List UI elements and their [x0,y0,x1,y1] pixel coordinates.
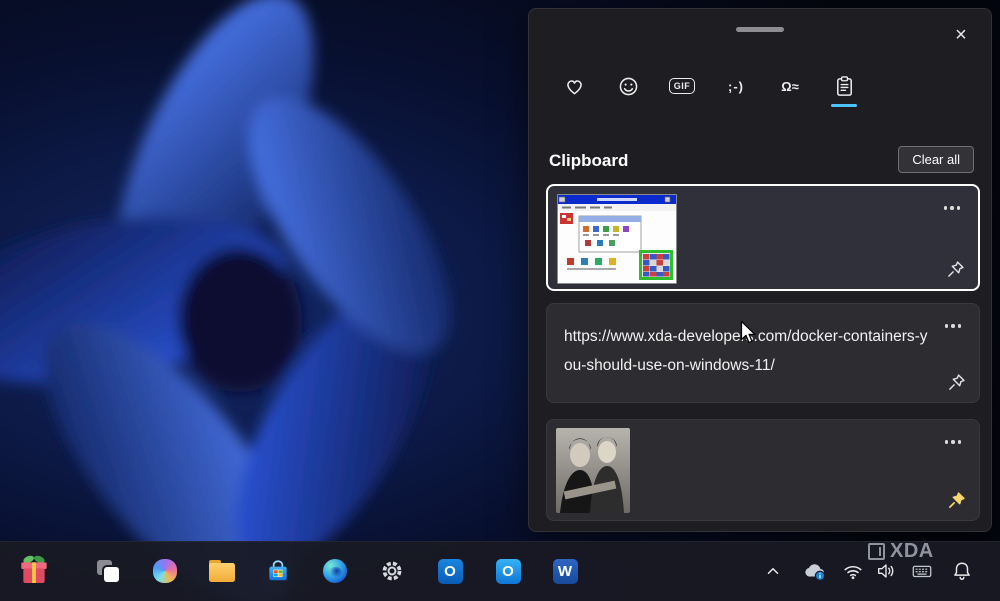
pin-icon [946,260,965,279]
clipboard-icon [833,75,856,98]
clipboard-history-panel: × GIF ;-) Ω≈ [528,8,992,532]
pin-icon [947,373,966,392]
gear-icon [379,558,405,584]
unpin-button[interactable] [941,485,971,515]
touch-keyboard-button[interactable] [905,551,939,591]
edge-button[interactable] [313,549,357,593]
monochrome-photo-two-people [556,428,630,513]
clipboard-item-image-1[interactable] [546,184,980,291]
edge-icon [323,559,347,583]
onedrive-cloud-icon [803,559,827,583]
speaker-icon [875,560,897,582]
taskbar: O O W [0,541,1000,601]
show-hidden-icons-button[interactable] [756,551,790,591]
volume-button[interactable] [869,551,903,591]
outlook-new-button[interactable]: O [486,549,530,593]
gift-icon [18,553,50,585]
microsoft-store-button[interactable] [256,549,300,593]
clipboard-item-text[interactable]: https://www.xda-developers.com/docker-co… [546,303,980,403]
tab-gif[interactable]: GIF [655,65,709,107]
folder-icon [209,560,235,582]
more-options-button[interactable] [939,432,967,452]
onedrive-button[interactable] [798,551,832,591]
more-options-button[interactable] [939,316,967,336]
pinned-icon [947,491,966,510]
kaomoji-icon: ;-) [728,79,744,94]
word-icon: W [553,559,578,584]
close-button[interactable]: × [945,19,977,51]
smiley-icon [617,75,640,98]
task-view-icon [96,559,120,583]
tab-kaomoji[interactable]: ;-) [709,65,763,107]
pin-button[interactable] [940,254,970,284]
clear-all-button[interactable]: Clear all [898,146,974,173]
clipboard-header: Clipboard Clear all [549,145,974,177]
file-explorer-button[interactable] [200,549,244,593]
bell-icon [951,560,973,582]
tab-emoji[interactable] [601,65,655,107]
clipboard-item-thumbnail [556,428,630,513]
outlook-button[interactable]: O [428,549,472,593]
clipboard-item-image-2[interactable] [546,419,980,521]
network-button[interactable] [836,551,870,591]
gif-icon: GIF [669,78,696,94]
settings-button[interactable] [370,549,414,593]
touch-keyboard-icon [911,560,933,582]
heart-icon [563,75,586,98]
close-icon: × [955,24,967,46]
pin-button[interactable] [941,367,971,397]
symbols-icon: Ω≈ [781,79,799,94]
word-button[interactable]: W [543,549,587,593]
program-manager-screenshot [557,194,677,284]
tab-clipboard[interactable] [817,65,871,107]
panel-drag-handle[interactable] [736,27,784,32]
picker-tabs: GIF ;-) Ω≈ [547,65,871,107]
tab-symbols[interactable]: Ω≈ [763,65,817,107]
wifi-icon [842,560,864,582]
microsoft-store-icon [265,558,291,584]
tab-recently-used[interactable] [547,65,601,107]
gift-button[interactable] [12,547,56,591]
clipboard-text-content: https://www.xda-developers.com/docker-co… [564,322,936,380]
copilot-icon [153,559,177,583]
clipboard-item-thumbnail [557,194,677,284]
chevron-up-icon [764,562,782,580]
outlook-icon: O [438,559,463,584]
more-options-button[interactable] [938,198,966,218]
notifications-button[interactable] [945,551,979,591]
outlook-new-icon: O [496,559,521,584]
task-view-button[interactable] [86,549,130,593]
copilot-button[interactable] [143,549,187,593]
